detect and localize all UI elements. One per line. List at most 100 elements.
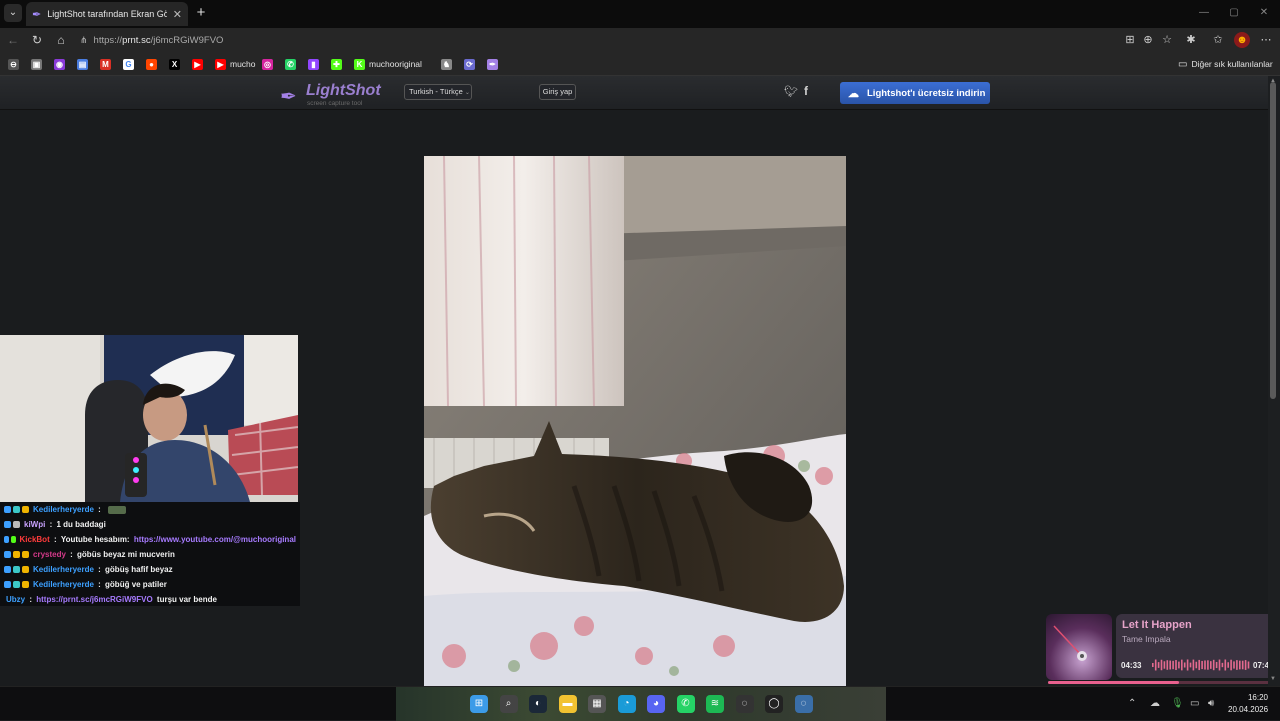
waveform-bar — [1183, 662, 1186, 668]
bookmark-photo-1[interactable]: ▣ — [31, 57, 42, 71]
windows-start-icon[interactable]: ⊞ — [470, 695, 488, 713]
bookmark-sync-16[interactable]: ⟳ — [464, 57, 475, 71]
whatsapp-icon[interactable]: ✆ — [676, 695, 695, 713]
bookmark-youtube-9[interactable]: ▶ mucho — [215, 57, 256, 71]
bookmark-instagram-10[interactable]: ◎ — [262, 57, 273, 71]
waveform-bar — [1178, 661, 1180, 669]
bookmark-feather-17[interactable]: ✒ — [487, 57, 498, 71]
minimize-button[interactable]: — — [1194, 6, 1214, 20]
chat-link[interactable]: https://prnt.sc/j6mcRGiW9FVO — [36, 595, 152, 604]
address-bar[interactable]: ⋔ https://prnt.sc/j6mcRGiW9FVO — [76, 30, 1116, 50]
zoom-icon[interactable]: ⊕ — [1140, 32, 1156, 48]
store-icon[interactable]: ▦ — [588, 695, 606, 713]
waveform-bar — [1241, 660, 1244, 670]
tab-list-button[interactable]: ⌄ — [4, 4, 22, 22]
split-screen-icon[interactable]: ⊞ — [1122, 32, 1138, 48]
bookmark-reddit-6[interactable]: ● — [146, 57, 157, 71]
waveform-bar — [1239, 660, 1241, 670]
login-button[interactable]: Giriş yap — [539, 84, 576, 100]
chat-text: göbüs beyaz mi mucverin — [77, 550, 175, 559]
other-bookmarks-folder[interactable]: ▭ Diğer sık kullanılanlar — [1178, 57, 1273, 71]
scroll-up-arrow-icon[interactable]: ▲ — [1270, 78, 1276, 84]
chat-message: Kedilerheryerde : göbüş hafif beyaz — [4, 562, 296, 577]
tray-overflow-icon[interactable]: ⌃ — [1128, 698, 1136, 709]
download-button[interactable]: ☁ Lightshot'ı ücretsiz indirin — [840, 82, 990, 104]
bookmark-whatsapp-11[interactable]: ✆ — [285, 57, 296, 71]
page-scrollbar[interactable] — [1268, 76, 1280, 686]
waveform-bar — [1186, 659, 1189, 671]
maximize-button[interactable]: ▢ — [1224, 6, 1244, 20]
lightshot-logo[interactable]: ✒ LightShot screen capture tool — [280, 82, 381, 108]
waveform-bar — [1236, 660, 1238, 670]
waveform-bar — [1163, 661, 1166, 669]
clock-date[interactable]: 20.04.2026 — [1228, 705, 1268, 714]
feather-icon: ✒ — [487, 58, 498, 70]
tab-active[interactable]: ✒ LightShot tarafından Ekran Görüntüsü ✕ — [26, 2, 188, 26]
extensions-icon[interactable]: ✱ — [1183, 32, 1199, 48]
chat-badge-icon — [22, 551, 29, 558]
obs-icon[interactable]: ◯ — [765, 695, 783, 713]
bookmark-link-0[interactable]: ⊖ — [8, 57, 19, 71]
scroll-down-arrow-icon[interactable]: ▼ — [1270, 676, 1276, 682]
tab-title: LightShot tarafından Ekran Görüntüsü — [47, 9, 167, 19]
song-progress-fill — [1048, 681, 1180, 684]
twitter-icon[interactable]: 🐦︎ — [784, 85, 798, 98]
chat-badge-icon — [10, 536, 16, 543]
network-icon[interactable]: ▭ — [1190, 698, 1199, 709]
waveform-bar — [1175, 659, 1177, 671]
bookmark-youtube-8[interactable]: ▶ — [192, 57, 203, 71]
edge-icon[interactable]: ◔ — [617, 695, 636, 713]
back-arrow-icon[interactable]: ← — [4, 31, 22, 49]
profile-avatar-icon[interactable]: ☻ — [1234, 32, 1250, 48]
site-info-icon[interactable]: ⋔ — [80, 35, 88, 46]
bookmark-chess-15[interactable]: ♞ — [441, 57, 452, 71]
language-select[interactable]: Turkish - Türkçe ⌄ — [404, 84, 472, 100]
file-explorer-icon[interactable]: ▬ — [558, 695, 577, 713]
album-art — [1046, 614, 1112, 680]
bookmark-puzzle-13[interactable]: ✚ — [331, 57, 342, 71]
bookmark-kick-14[interactable]: Kmuchooriginal — [354, 57, 422, 71]
bookmark-gmail-4[interactable]: M — [100, 57, 111, 71]
menu-dots-icon[interactable]: ⋯ — [1258, 32, 1274, 48]
app-icon[interactable]: ◌ — [794, 695, 813, 713]
spotify-icon[interactable]: ≋ — [706, 695, 724, 713]
facebook-icon[interactable]: f — [804, 84, 808, 98]
bookmark-docs-3[interactable]: ▤ — [77, 57, 88, 71]
onedrive-icon[interactable]: ☁ — [1150, 698, 1160, 709]
close-window-button[interactable]: ✕ — [1254, 6, 1274, 20]
chat-link[interactable]: https://www.youtube.com/@muchooriginal — [134, 535, 296, 544]
app-icon[interactable]: ◌ — [735, 695, 754, 713]
steam-icon[interactable]: ◐ — [529, 695, 547, 713]
scrollbar-thumb[interactable] — [1270, 82, 1276, 399]
tab-close-icon[interactable]: ✕ — [173, 8, 182, 21]
reload-icon[interactable]: ↻ — [28, 31, 46, 49]
bookmark-circle-app-2[interactable]: ◉ — [54, 57, 65, 71]
x-icon: X — [169, 58, 180, 70]
lightshot-favicon-icon: ✒ — [32, 8, 42, 21]
bookmark-x-7[interactable]: X — [169, 57, 180, 71]
chat-username: Kedilerheryerde — [33, 565, 94, 574]
home-icon[interactable]: ⌂ — [52, 31, 70, 49]
lightshot-header: ✒ LightShot screen capture tool Turkish … — [0, 76, 1280, 110]
youtube-icon: ▶ — [215, 58, 226, 70]
volume-icon[interactable]: 🔊︎ — [1208, 698, 1214, 709]
bookmark-twitch-12[interactable]: ▮ — [308, 57, 319, 71]
folder-icon: ▭ — [1178, 58, 1188, 70]
waveform-bar — [1152, 663, 1154, 667]
waveform-bar — [1189, 662, 1192, 668]
chat-badge-icon — [22, 566, 29, 573]
discord-icon[interactable]: ◕ — [647, 695, 665, 713]
bookmark-google-5[interactable]: G — [123, 57, 134, 71]
taskbar: ⌃ ☁ 🎙︎ ▭ 🔊︎ 16:20 20.04.2026 ⊞ ⌕ ◐ ▬ ▦ ◔ ◕ ✆ ≋ ◌ ◯… — [0, 686, 1280, 721]
chat-badge-icon — [13, 581, 20, 588]
search-icon[interactable]: ⌕ — [499, 695, 518, 713]
microphone-icon[interactable]: 🎙︎ — [1171, 698, 1184, 709]
chat-badge-icon — [4, 566, 11, 573]
clock-time[interactable]: 16:20 — [1246, 693, 1268, 702]
song-artist: Tame Impala — [1122, 634, 1171, 644]
favorites-list-icon[interactable]: ✩ — [1210, 32, 1226, 48]
favorite-star-icon[interactable]: ☆ — [1159, 32, 1175, 48]
new-tab-button[interactable]: + — [192, 4, 210, 22]
reddit-icon: ● — [146, 58, 157, 70]
chat-badge-icon — [4, 521, 11, 528]
